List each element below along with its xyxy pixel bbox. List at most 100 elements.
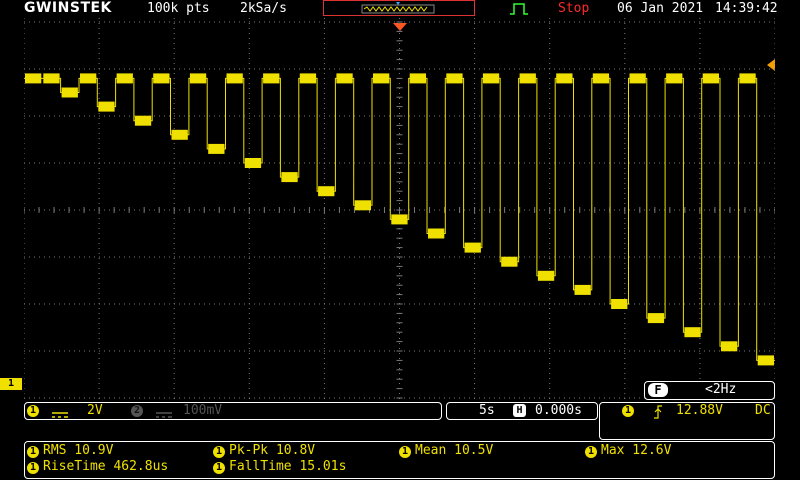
graticule-dot (24, 273, 25, 274)
graticule-dot (474, 183, 476, 184)
graticule-dot (774, 88, 775, 89)
graticule-dot (564, 115, 565, 117)
trigger-level[interactable]: 12.88V (676, 403, 723, 418)
graticule-dot (439, 115, 440, 117)
graticule-dot (98, 133, 100, 134)
graticule-dot (574, 68, 575, 70)
graticule-dot (344, 115, 345, 117)
graticule-dot (774, 348, 775, 349)
graticule-dot (248, 218, 250, 219)
graticule-dot (74, 350, 75, 352)
graticule-dot (399, 193, 400, 194)
ch1-level-segment (501, 256, 518, 267)
graticule-dot (549, 43, 551, 44)
graticule-dot (419, 68, 420, 70)
graticule-dot (84, 115, 85, 117)
graticule-dot (119, 397, 120, 399)
graticule-dot (549, 203, 551, 204)
graticule-dot (764, 303, 765, 305)
graticule-dot (139, 21, 140, 23)
graticule-dot (474, 283, 476, 284)
graticule-dot (384, 162, 385, 164)
graticule-dot (589, 256, 590, 258)
graticule-dot (739, 162, 740, 164)
graticule-dot (639, 303, 640, 305)
graticule-dot (104, 256, 105, 258)
graticule-dot (248, 98, 250, 99)
ch1-ground-marker[interactable]: 1 (0, 378, 22, 390)
graticule-dot (694, 350, 695, 352)
graticule-dot (323, 268, 325, 269)
graticule-dot (274, 303, 275, 305)
graticule-dot (173, 118, 175, 119)
graticule-dot (129, 21, 130, 23)
graticule-dot (624, 248, 626, 249)
graticule-dot (109, 68, 110, 70)
ch1-badge[interactable]: 1 (27, 405, 39, 417)
graticule-dot (694, 68, 695, 70)
graticule-dot (323, 288, 325, 289)
graticule-dot (549, 258, 551, 259)
graticule-dot (689, 303, 690, 305)
graticule-dot (474, 213, 476, 214)
graticule-dot (214, 397, 215, 399)
graticule-dot (744, 115, 745, 117)
graticule-dot (599, 68, 600, 70)
graticule-dot (194, 68, 195, 70)
waveform-display[interactable] (24, 18, 775, 400)
graticule-dot (574, 303, 575, 305)
graticule-dot (98, 188, 100, 189)
graticule-dot (98, 123, 100, 124)
graticule-dot (654, 21, 655, 23)
graticule-dot (624, 78, 626, 79)
graticule-dot (434, 162, 435, 164)
graticule-dot (399, 28, 400, 29)
graticule-dot (399, 298, 400, 299)
graticule-dot (164, 162, 165, 164)
graticule-dot (624, 283, 626, 284)
graticule-dot (559, 162, 560, 164)
graticule-dot (559, 397, 560, 399)
graticule-dot (269, 68, 270, 70)
graticule-dot (399, 383, 400, 384)
timebase-position[interactable]: 0.000s (535, 403, 582, 418)
graticule-dot (24, 53, 25, 54)
graticule-dot (534, 350, 535, 352)
graticule-dot (194, 21, 195, 23)
graticule-dot (248, 323, 250, 324)
graticule-dot (279, 397, 280, 399)
graticule-dot (624, 108, 626, 109)
graticule-dot (98, 353, 100, 354)
graticule-dot (774, 183, 775, 184)
graticule-dot (194, 350, 195, 352)
graticule-dot (399, 353, 400, 354)
graticule-dot (24, 43, 25, 44)
graticule-dot (24, 23, 25, 24)
graticule-dot (69, 397, 70, 399)
graticule-dot (379, 303, 380, 305)
graticule-dot (604, 350, 605, 352)
graticule-dot (549, 98, 551, 99)
trigger-source-badge[interactable]: 1 (622, 405, 634, 417)
graticule-dot (98, 93, 100, 94)
graticule-dot (399, 338, 400, 339)
graticule-dot (254, 209, 255, 211)
graticule-dot (189, 256, 190, 258)
graticule-dot (39, 162, 40, 164)
ch2-badge[interactable]: 2 (131, 405, 143, 417)
graticule-dot (114, 256, 115, 258)
graticule-dot (724, 209, 725, 211)
graticule-dot (549, 243, 551, 244)
timebase-scale[interactable]: 5s (479, 403, 495, 418)
memory-bar[interactable] (323, 0, 475, 16)
graticule-dot (314, 21, 315, 23)
graticule-dot (254, 256, 255, 258)
graticule-dot (714, 303, 715, 305)
graticule-dot (684, 21, 685, 23)
run-stop-state[interactable]: Stop (558, 1, 589, 16)
graticule-dot (704, 21, 705, 23)
graticule-dot (109, 303, 110, 305)
graticule-dot (699, 218, 701, 219)
graticule-dot (98, 33, 100, 34)
graticule-dot (173, 183, 175, 184)
